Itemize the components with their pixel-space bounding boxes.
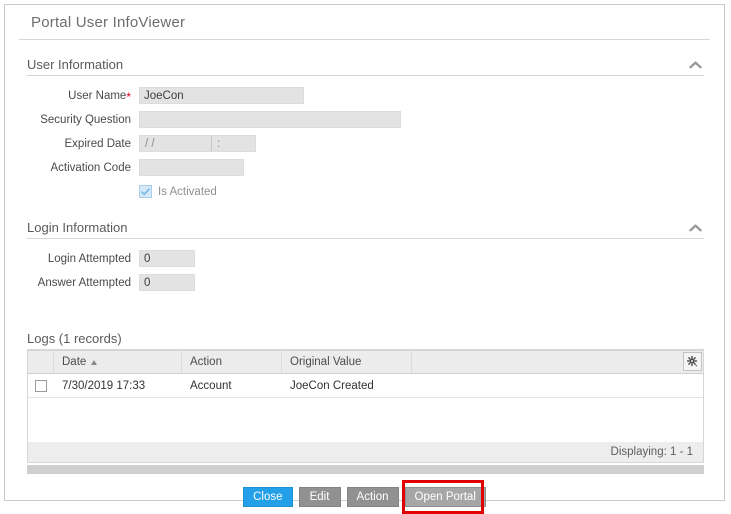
chevron-up-icon[interactable] <box>686 58 704 72</box>
column-header-spacer <box>412 351 703 373</box>
logs-table-body: 7/30/2019 17:33 Account JoeCon Created <box>28 374 703 442</box>
is-activated-checkbox[interactable] <box>139 185 152 198</box>
row-checkbox[interactable] <box>35 379 47 392</box>
horizontal-scrollbar[interactable] <box>27 465 704 474</box>
logs-header: Logs (1 records) <box>27 331 704 350</box>
user-information-header[interactable]: User Information <box>27 57 704 75</box>
user-name-value: JoeCon <box>144 89 184 102</box>
open-portal-highlight-box <box>402 480 484 514</box>
expired-date-label: Expired Date <box>64 137 131 150</box>
column-header-action-label: Action <box>190 356 222 368</box>
field-row-answer-attempted: Answer Attempted 0 <box>27 272 704 293</box>
column-header-original-value[interactable]: Original Value <box>282 351 412 373</box>
expired-date-date-part[interactable]: / / <box>140 136 212 151</box>
user-name-label-text: User Name <box>68 89 127 102</box>
field-row-is-activated: Is Activated <box>27 181 704 202</box>
logs-table-footer: Displaying: 1 - 1 <box>27 442 704 463</box>
answer-attempted-value: 0 <box>144 276 151 289</box>
cell-date: 7/30/2019 17:33 <box>62 379 146 392</box>
login-attempted-label: Login Attempted <box>47 252 131 265</box>
field-row-login-attempted: Login Attempted 0 <box>27 248 704 269</box>
user-name-input[interactable]: JoeCon <box>139 87 304 104</box>
answer-attempted-label: Answer Attempted <box>37 276 131 289</box>
row-select-cell[interactable] <box>28 374 54 397</box>
cell-action: Account <box>190 379 232 392</box>
login-information-form: Login Attempted 0 Answer Attempted 0 <box>27 239 704 293</box>
column-header-original-value-label: Original Value <box>290 356 362 368</box>
field-row-user-name: User Name* JoeCon <box>27 85 704 106</box>
edit-button[interactable]: Edit <box>298 487 341 507</box>
cell-original-value: JoeCon Created <box>290 379 374 392</box>
is-activated-label: Is Activated <box>158 185 217 198</box>
field-row-expired-date: Expired Date / / : <box>27 133 704 154</box>
login-information-header[interactable]: Login Information <box>27 220 704 238</box>
user-information-title: User Information <box>27 57 124 72</box>
logs-title-row: Logs (1 records) <box>27 331 704 349</box>
activation-code-input[interactable] <box>139 159 244 176</box>
portal-user-info-viewer-window: Portal User InfoViewer User Information … <box>4 4 725 514</box>
displaying-count: Displaying: 1 - 1 <box>610 446 693 458</box>
sort-ascending-icon <box>91 359 98 365</box>
column-header-date-label: Date <box>62 356 87 368</box>
section-logs: Logs (1 records) Date Action Original Va… <box>5 331 724 474</box>
section-login-information: Login Information Login Attempted 0 Answ… <box>27 220 704 293</box>
title-divider <box>19 39 710 40</box>
required-marker: * <box>126 89 131 104</box>
user-name-label: User Name* <box>27 89 133 104</box>
expired-date-input-group[interactable]: / / : <box>139 135 256 152</box>
window-title-bar: Portal User InfoViewer <box>5 5 724 39</box>
column-header-date[interactable]: Date <box>54 351 182 373</box>
action-button-bar: Close Edit Action Open Portal <box>5 480 724 514</box>
table-row[interactable]: 7/30/2019 17:33 Account JoeCon Created <box>28 374 703 398</box>
activation-code-label: Activation Code <box>50 161 131 174</box>
field-row-activation-code: Activation Code <box>27 157 704 178</box>
column-header-action[interactable]: Action <box>182 351 282 373</box>
gear-icon[interactable] <box>683 352 702 371</box>
cell-spacer <box>412 374 703 397</box>
chevron-up-icon[interactable] <box>686 221 704 235</box>
field-row-security-question: Security Question <box>27 109 704 130</box>
logs-table: Date Action Original Value 7/30/2019 17:… <box>27 350 704 442</box>
security-question-input[interactable] <box>139 111 401 128</box>
action-button[interactable]: Action <box>346 487 399 507</box>
logs-table-header-row: Date Action Original Value <box>28 351 703 374</box>
user-information-form: User Name* JoeCon Security Question Expi… <box>27 76 704 202</box>
column-header-checkbox <box>28 351 54 373</box>
login-information-title: Login Information <box>27 220 128 235</box>
security-question-label: Security Question <box>40 113 131 126</box>
login-attempted-input[interactable]: 0 <box>139 250 195 267</box>
logs-title: Logs (1 records) <box>27 331 122 346</box>
section-user-information: User Information User Name* JoeCon Secur… <box>27 57 704 202</box>
expired-date-time-part[interactable]: : <box>212 136 255 151</box>
page-title: Portal User InfoViewer <box>31 13 186 31</box>
close-button[interactable]: Close <box>243 487 293 507</box>
login-attempted-value: 0 <box>144 252 151 265</box>
answer-attempted-input[interactable]: 0 <box>139 274 195 291</box>
